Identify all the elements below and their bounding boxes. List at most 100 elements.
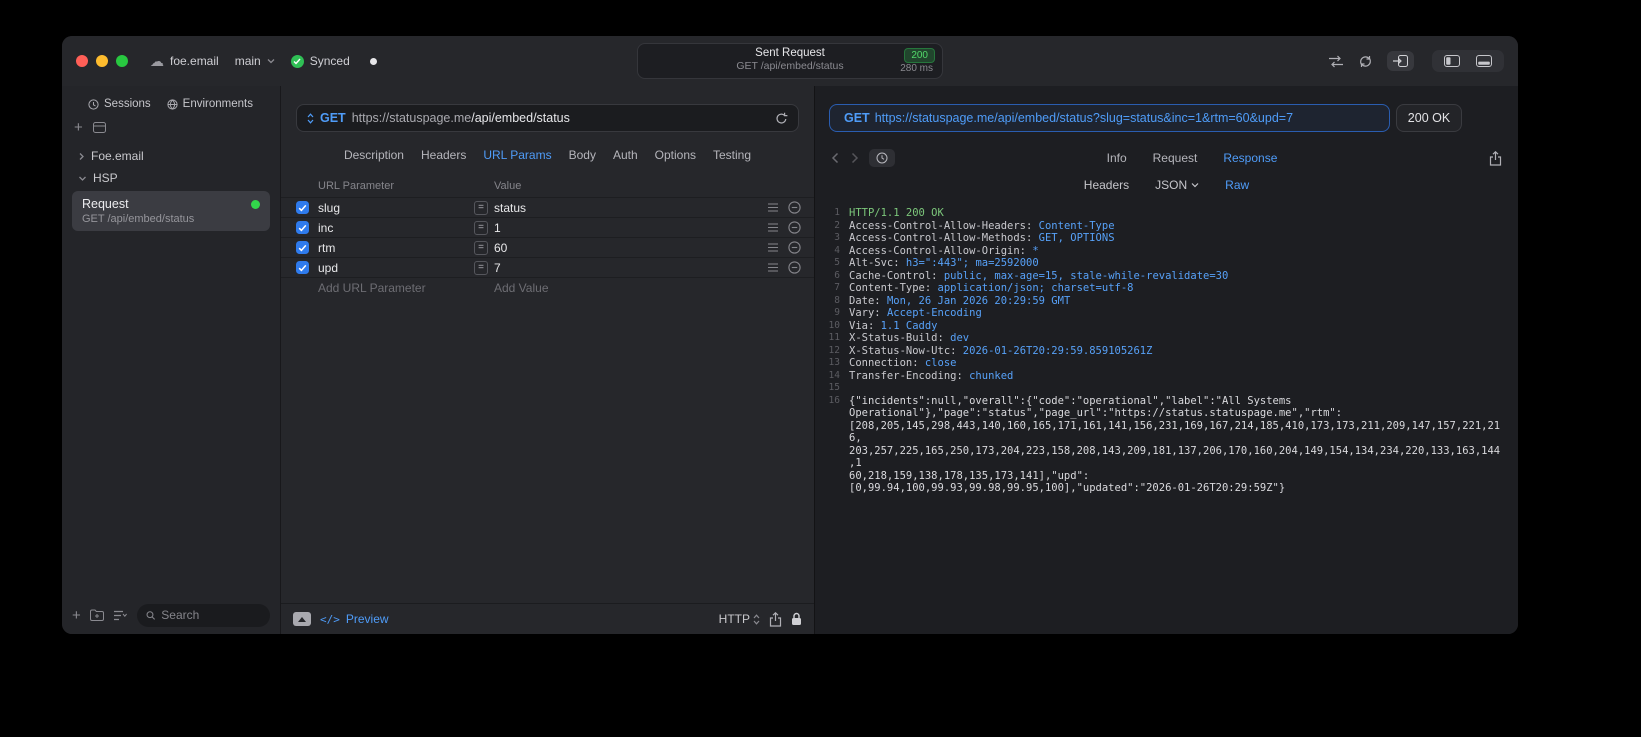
- add-param-value-placeholder[interactable]: Add Value: [494, 281, 549, 295]
- param-value-input[interactable]: status: [494, 201, 767, 215]
- view-tab-json[interactable]: JSON: [1155, 178, 1199, 192]
- request-tab-options[interactable]: Options: [655, 148, 696, 162]
- add-param-name-placeholder[interactable]: Add URL Parameter: [318, 281, 426, 295]
- request-tab-testing[interactable]: Testing: [713, 148, 751, 162]
- param-name-input[interactable]: slug: [318, 201, 474, 215]
- expand-editor-button[interactable]: [293, 612, 311, 626]
- row-menu-icon[interactable]: [767, 263, 779, 272]
- request-method[interactable]: GET: [320, 111, 346, 125]
- param-value-input[interactable]: 1: [494, 221, 767, 235]
- group-window-icon[interactable]: [92, 122, 106, 133]
- request-status-dot: [251, 200, 260, 209]
- preview-button[interactable]: </> Preview: [320, 612, 389, 626]
- branch-name: main: [234, 54, 261, 68]
- tab-sessions[interactable]: Sessions: [88, 98, 151, 110]
- view-tab-raw[interactable]: Raw: [1225, 178, 1249, 192]
- history-forward-icon[interactable]: [851, 152, 859, 164]
- add-param-row[interactable]: Add URL Parameter Add Value: [281, 278, 814, 298]
- code-line: 1 HTTP/1.1 200 OK: [823, 207, 1506, 220]
- param-checkbox[interactable]: [296, 241, 309, 254]
- request-list-item[interactable]: Request GET /api/embed/status: [72, 191, 270, 231]
- minimize-window-button[interactable]: [96, 55, 108, 67]
- request-tab-headers[interactable]: Headers: [421, 148, 466, 162]
- row-menu-icon[interactable]: [767, 223, 779, 232]
- param-value-input[interactable]: 60: [494, 241, 767, 255]
- sort-arrows-icon[interactable]: [1328, 55, 1344, 68]
- param-checkbox[interactable]: [296, 221, 309, 234]
- response-code[interactable]: 1 HTTP/1.1 200 OK 2 Access-Control-Allow…: [815, 198, 1518, 634]
- project-switcher[interactable]: ☁ foe.email: [150, 54, 219, 68]
- remove-param-icon[interactable]: [788, 241, 801, 254]
- toggle-bottom-panel-icon[interactable]: [1476, 55, 1492, 67]
- line-number: 9: [834, 307, 840, 318]
- tab-environments[interactable]: Environments: [167, 98, 253, 110]
- app-window: ☁ foe.email main Synced Sent Request GET…: [62, 36, 1518, 634]
- line-number: 1: [834, 207, 840, 218]
- header-value: Content-Type: [1038, 219, 1115, 232]
- code-line: 4 Access-Control-Allow-Origin: *: [823, 245, 1506, 258]
- row-menu-icon[interactable]: [767, 243, 779, 252]
- header-name: X-Status-Now-Utc:: [849, 344, 963, 357]
- request-tab-body[interactable]: Body: [569, 148, 596, 162]
- search-field[interactable]: [136, 603, 270, 627]
- view-tab-headers[interactable]: Headers: [1084, 178, 1129, 192]
- chevron-down-icon: [267, 59, 275, 64]
- request-summary-pill[interactable]: Sent Request GET /api/embed/status 200 2…: [637, 43, 943, 79]
- request-tab-url-params[interactable]: URL Params: [483, 148, 551, 162]
- compare-icon[interactable]: [1358, 55, 1373, 68]
- code-line: 203,257,225,165,250,173,204,223,158,208,…: [823, 445, 1506, 470]
- panel-toggle-group: [1432, 50, 1504, 72]
- lock-icon[interactable]: [791, 612, 802, 626]
- header-name: Content-Type:: [849, 282, 938, 294]
- zoom-window-button[interactable]: [116, 55, 128, 67]
- code-line: 2 Access-Control-Allow-Headers: Content-…: [823, 220, 1506, 233]
- refresh-icon[interactable]: [775, 112, 788, 125]
- response-tab-response[interactable]: Response: [1223, 151, 1277, 165]
- history-back-icon[interactable]: [831, 152, 839, 164]
- header-name: Date:: [849, 294, 887, 307]
- remove-param-icon[interactable]: [788, 221, 801, 234]
- request-tab-auth[interactable]: Auth: [613, 148, 638, 162]
- params-table-body: slug = status inc = 1 rtm = 60 upd = 7: [281, 198, 814, 278]
- close-window-button[interactable]: [76, 55, 88, 67]
- row-menu-icon[interactable]: [767, 203, 779, 212]
- param-name-input[interactable]: upd: [318, 261, 474, 275]
- param-name-input[interactable]: inc: [318, 221, 474, 235]
- param-checkbox[interactable]: [296, 201, 309, 214]
- sync-status[interactable]: Synced: [290, 54, 350, 68]
- header-name: Via:: [849, 319, 881, 332]
- toggle-left-panel-icon[interactable]: [1444, 55, 1460, 67]
- new-folder-icon[interactable]: [89, 609, 104, 621]
- protocol-selector[interactable]: HTTP: [719, 612, 760, 626]
- export-icon[interactable]: [1489, 150, 1502, 166]
- code-line: 10 Via: 1.1 Caddy: [823, 320, 1506, 333]
- search-input[interactable]: [161, 608, 261, 622]
- tree-item-foe-email[interactable]: Foe.email: [72, 145, 270, 167]
- branch-selector[interactable]: main: [235, 54, 275, 68]
- param-row: inc = 1: [281, 218, 814, 238]
- code-line: 60,218,159,138,178,135,173,141],"upd":: [823, 470, 1506, 483]
- request-tab-description[interactable]: Description: [344, 148, 404, 162]
- params-table: URL Parameter Value slug = status inc = …: [281, 174, 814, 603]
- code-line: 9 Vary: Accept-Encoding: [823, 307, 1506, 320]
- request-url-path: /api/embed/status: [471, 111, 570, 125]
- history-clock-button[interactable]: [869, 149, 895, 167]
- remove-param-icon[interactable]: [788, 261, 801, 274]
- param-checkbox[interactable]: [296, 261, 309, 274]
- import-panel-icon[interactable]: [1387, 51, 1414, 71]
- tree-item-hsp[interactable]: HSP: [72, 167, 270, 189]
- sort-list-icon[interactable]: [113, 610, 128, 621]
- add-request-button[interactable]: +: [72, 607, 81, 624]
- remove-param-icon[interactable]: [788, 201, 801, 214]
- response-request-line[interactable]: GET https://statuspage.me/api/embed/stat…: [829, 104, 1390, 132]
- response-tab-request[interactable]: Request: [1153, 151, 1198, 165]
- add-session-button[interactable]: +: [74, 120, 83, 135]
- request-url-bar[interactable]: GET https://statuspage.me/api/embed/stat…: [296, 104, 799, 132]
- response-tab-info[interactable]: Info: [1107, 151, 1127, 165]
- body-text: [208,205,145,298,443,140,160,165,171,161…: [849, 419, 1501, 445]
- param-value-input[interactable]: 7: [494, 261, 767, 275]
- line-number: 8: [834, 294, 840, 306]
- share-icon[interactable]: [769, 611, 782, 627]
- updown-chevrons-icon: [753, 613, 760, 625]
- param-name-input[interactable]: rtm: [318, 241, 474, 255]
